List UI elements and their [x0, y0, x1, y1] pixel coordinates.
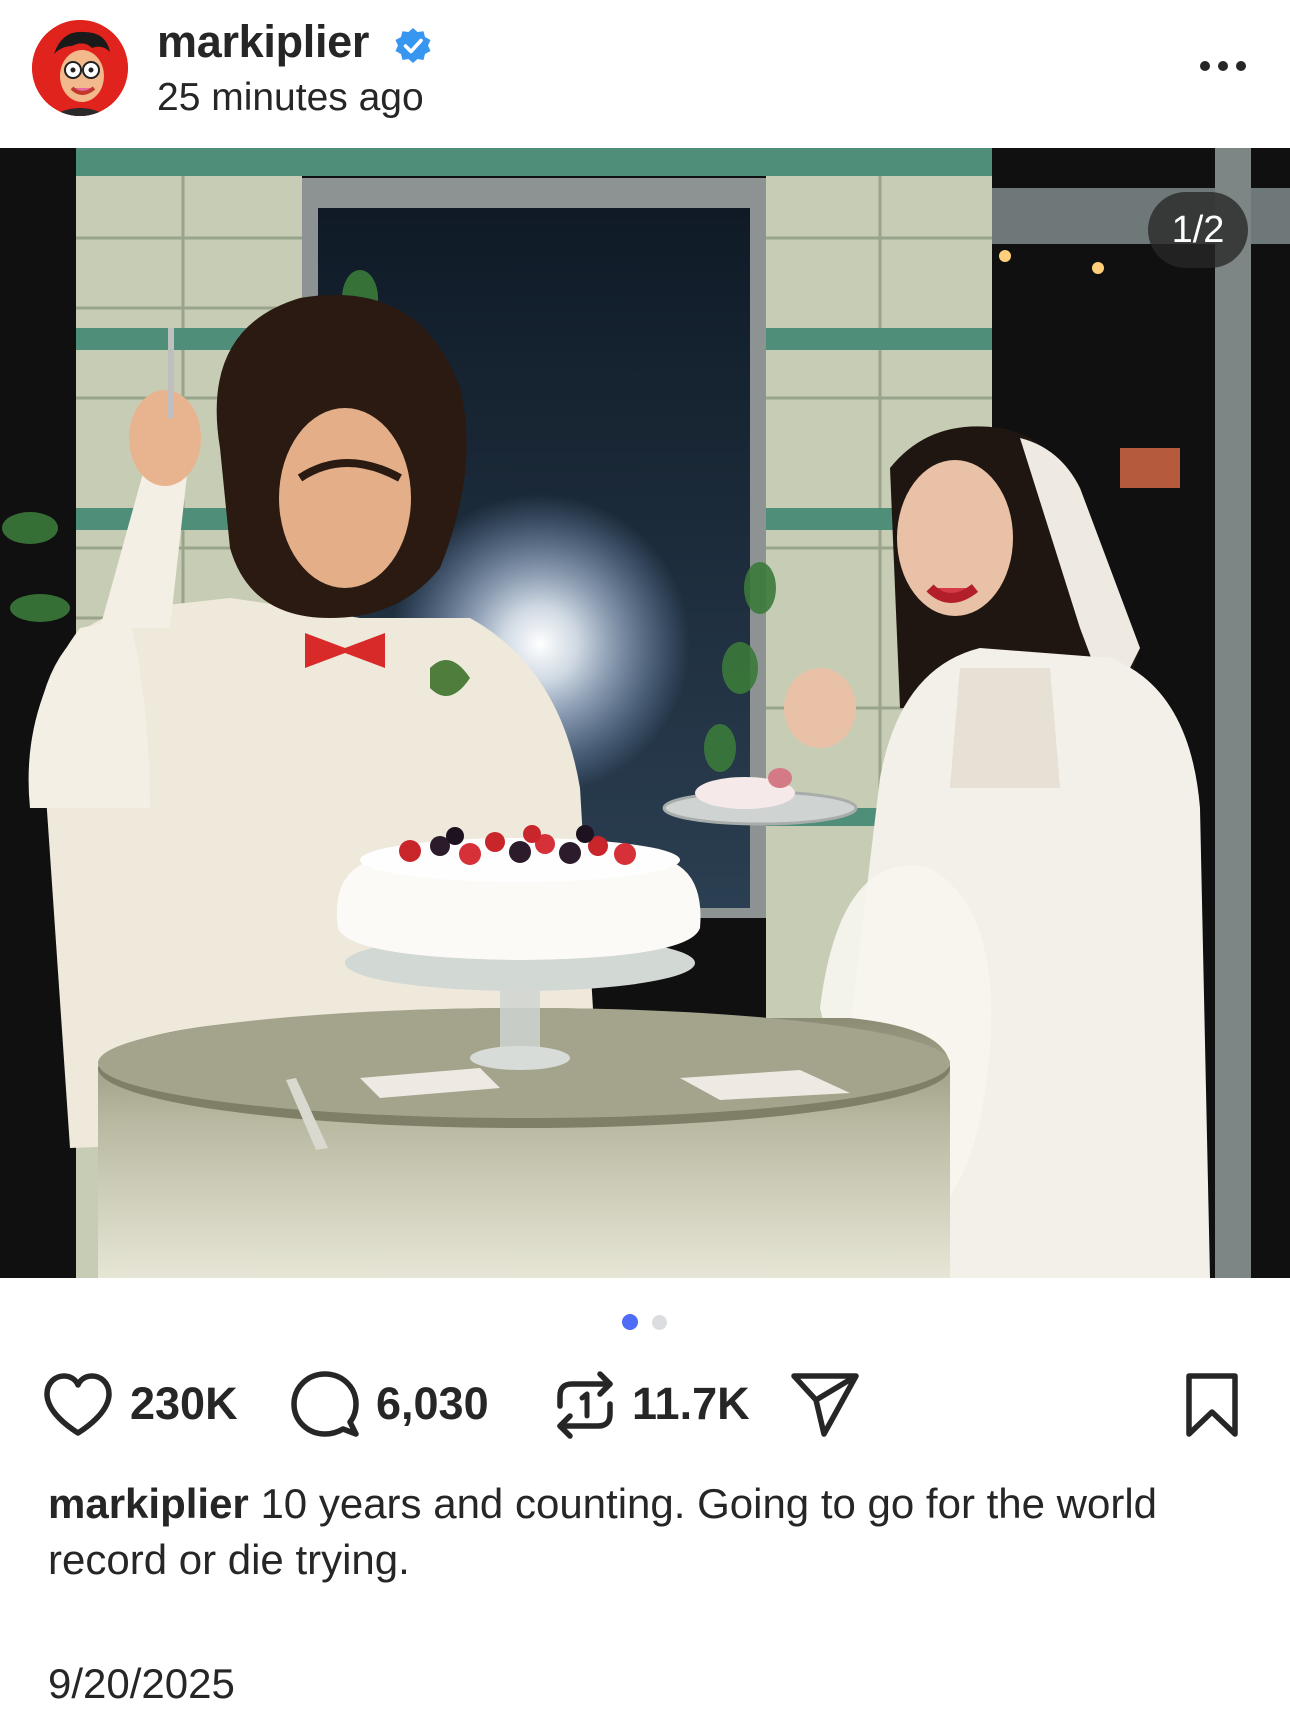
bookmark-icon[interactable] — [1184, 1372, 1240, 1438]
post-header: markiplier 25 minutes ago — [0, 0, 1290, 148]
carousel-dot[interactable] — [652, 1315, 667, 1330]
post-date: 9/20/2025 — [48, 1660, 235, 1707]
like-count[interactable]: 230K — [130, 1378, 238, 1430]
avatar[interactable] — [32, 20, 128, 116]
verified-badge-icon — [395, 28, 431, 63]
post-photo[interactable] — [0, 148, 1290, 1278]
wedding-photo-image — [0, 148, 1290, 1278]
post-username[interactable]: markiplier — [157, 16, 369, 68]
post-caption: markiplier 10 years and counting. Going … — [48, 1476, 1248, 1588]
comment-count[interactable]: 6,030 — [376, 1378, 489, 1430]
share-icon[interactable] — [790, 1372, 860, 1438]
carousel-dot-active[interactable] — [622, 1314, 638, 1330]
avatar-cartoon-icon — [32, 20, 128, 116]
heart-icon[interactable] — [42, 1372, 114, 1438]
repost-icon[interactable] — [552, 1370, 618, 1440]
comment-icon[interactable] — [290, 1370, 360, 1440]
repost-count[interactable]: 11.7K — [632, 1378, 750, 1430]
caption-username[interactable]: markiplier — [48, 1480, 249, 1527]
post-time: 25 minutes ago — [157, 76, 424, 119]
more-horizontal-icon[interactable] — [1197, 56, 1249, 76]
image-counter: 1/2 — [1148, 192, 1248, 268]
